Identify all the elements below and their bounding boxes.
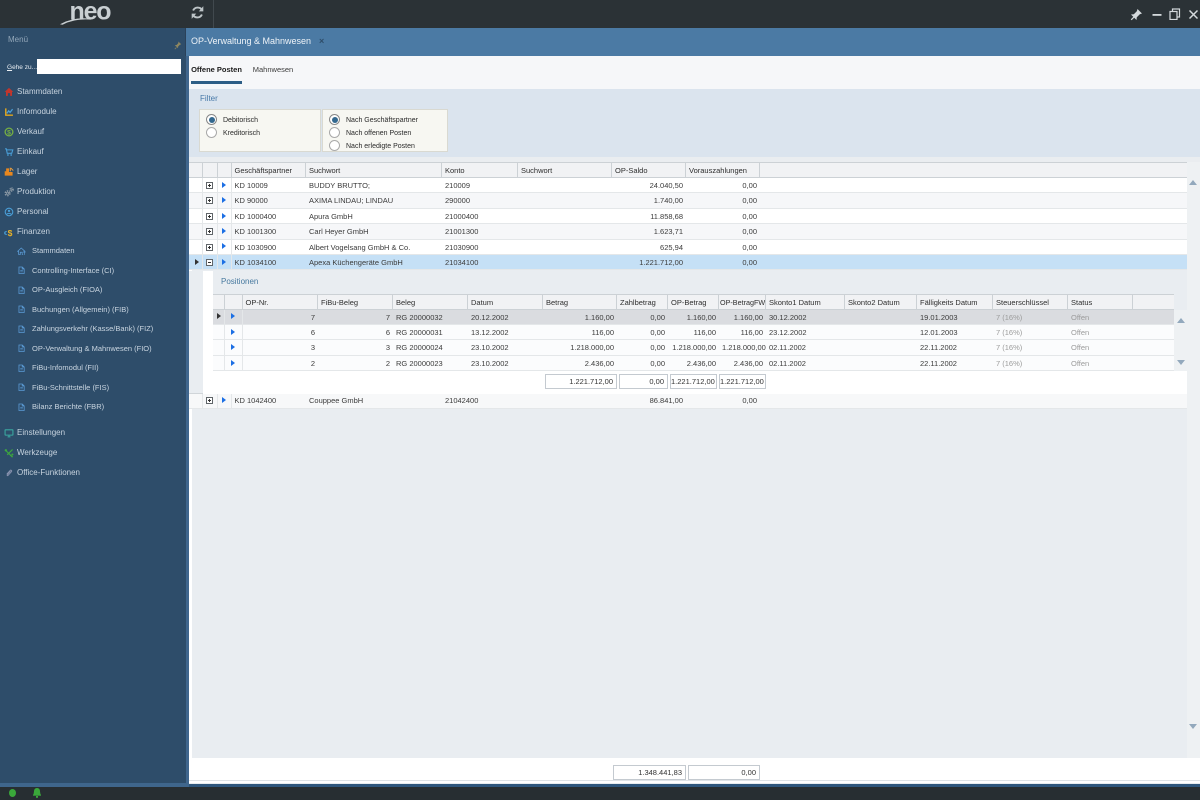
svg-text:neo: neo — [70, 1, 112, 26]
svg-text:$: $ — [8, 228, 13, 237]
svg-text:$: $ — [7, 130, 11, 137]
